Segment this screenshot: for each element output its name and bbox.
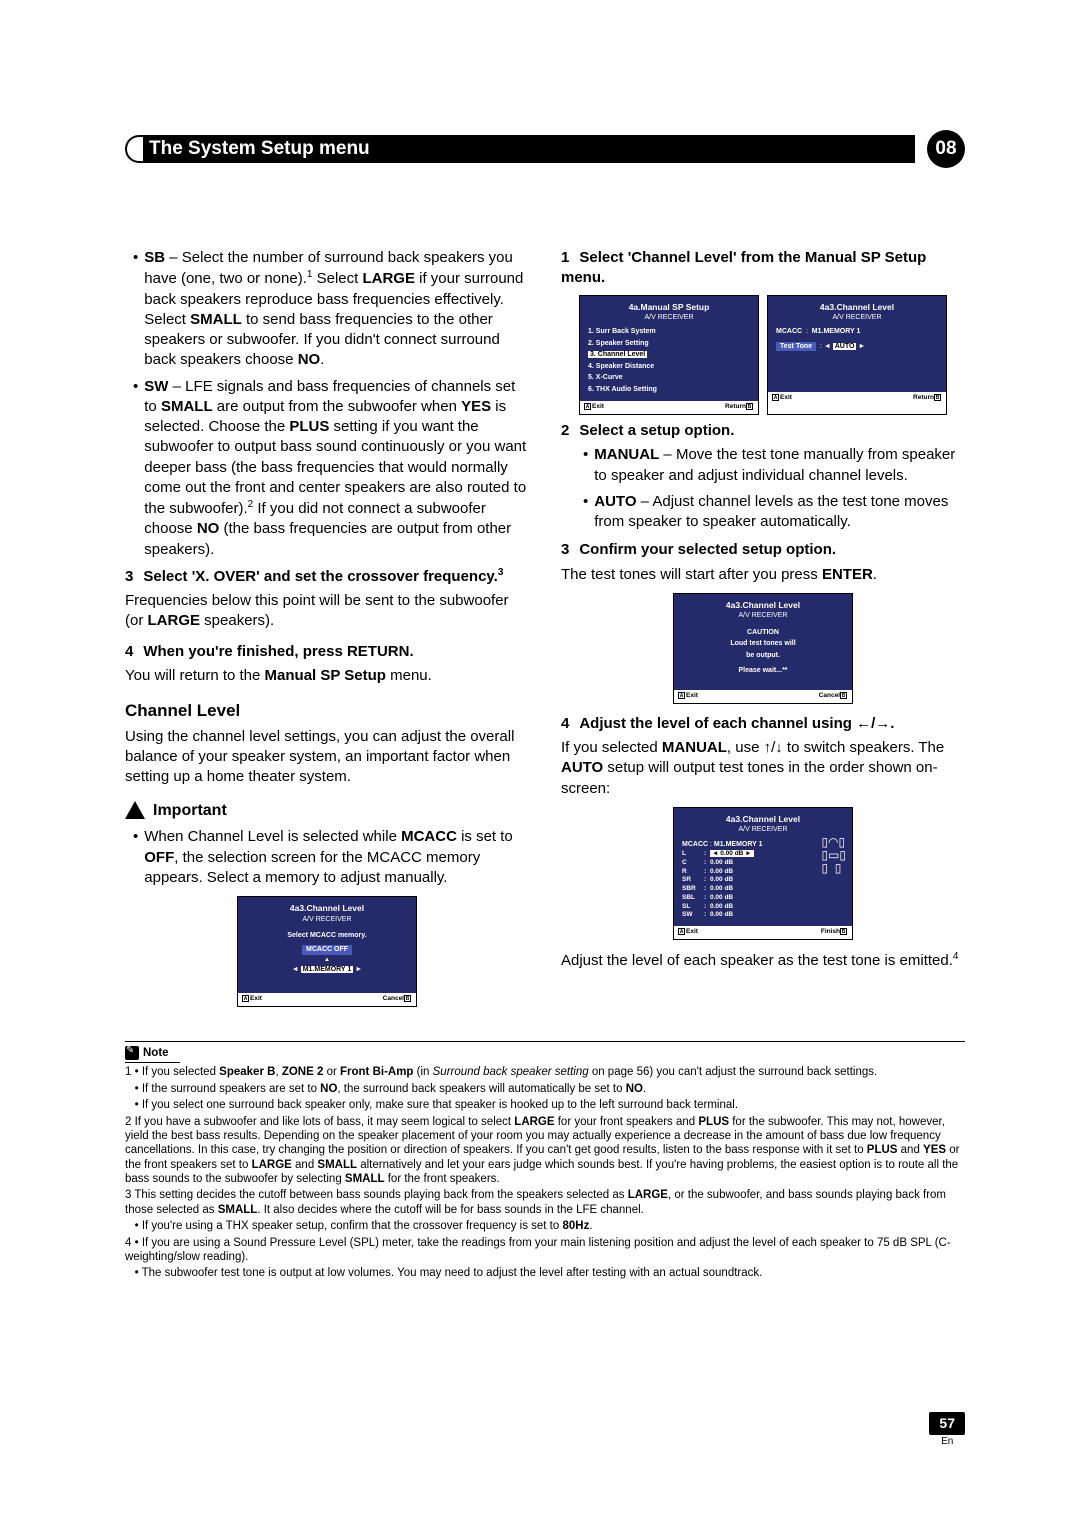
heading-channel-level: Channel Level xyxy=(125,700,529,723)
step-4-return: 4When you're finished, press RETURN. xyxy=(125,642,529,662)
bullet-sb: • SB – Select the number of surround bac… xyxy=(125,248,529,371)
step-3-xover: 3Select 'X. OVER' and set the crossover … xyxy=(125,566,529,587)
bullet-auto: •AUTO – Adjust channel levels as the tes… xyxy=(575,492,965,533)
step-r3-body: The test tones will start after you pres… xyxy=(561,565,965,585)
step-4-body: You will return to the Manual SP Setup m… xyxy=(125,666,529,686)
note-icon xyxy=(125,1046,139,1060)
important-label: Important xyxy=(125,800,529,822)
step-r3: 3Confirm your selected setup option. xyxy=(561,540,965,560)
channel-level-body: Using the channel level settings, you ca… xyxy=(125,727,529,788)
chapter-number: 08 xyxy=(927,130,965,168)
osd-select-mcacc: 4a3.Channel Level A/V RECEIVER Select MC… xyxy=(237,896,417,1007)
step-3-body: Frequencies below this point will be sen… xyxy=(125,591,529,632)
osd-caution: 4a3.Channel Level A/V RECEIVER CAUTION L… xyxy=(673,593,853,704)
page-number: 57 En xyxy=(929,1412,965,1448)
osd-channel-level-opts: 4a3.Channel Level A/V RECEIVER MCACC : M… xyxy=(767,295,947,416)
osd-manual-sp-setup: 4a.Manual SP Setup A/V RECEIVER 1. Surr … xyxy=(579,295,759,416)
bullet-sw: • SW – LFE signals and bass frequencies … xyxy=(125,377,529,560)
bullet-manual: •MANUAL – Move the test tone manually fr… xyxy=(575,445,965,486)
tail-text: Adjust the level of each speaker as the … xyxy=(561,950,965,971)
step-r1: 1Select 'Channel Level' from the Manual … xyxy=(561,248,965,289)
notes-section: Note 1 • If you selected Speaker B, ZONE… xyxy=(125,1046,965,1281)
warning-icon xyxy=(125,801,145,819)
right-column: 1Select 'Channel Level' from the Manual … xyxy=(561,248,965,1017)
speaker-layout-icon: ▯◠▯▯▭▯▯ ▯ xyxy=(821,836,846,876)
chapter-header: The System Setup menu 08 xyxy=(125,130,965,168)
left-column: • SB – Select the number of surround bac… xyxy=(125,248,529,1017)
step-r4-body: If you selected MANUAL, use ↑/↓ to switc… xyxy=(561,738,965,799)
chapter-title: The System Setup menu xyxy=(143,135,915,163)
step-r4: 4Adjust the level of each channel using … xyxy=(561,714,965,734)
step-r2: 2Select a setup option. xyxy=(561,421,965,441)
osd-channel-table: 4a3.Channel Level A/V RECEIVER MCACC : M… xyxy=(673,807,853,940)
important-body: • When Channel Level is selected while M… xyxy=(125,827,529,888)
